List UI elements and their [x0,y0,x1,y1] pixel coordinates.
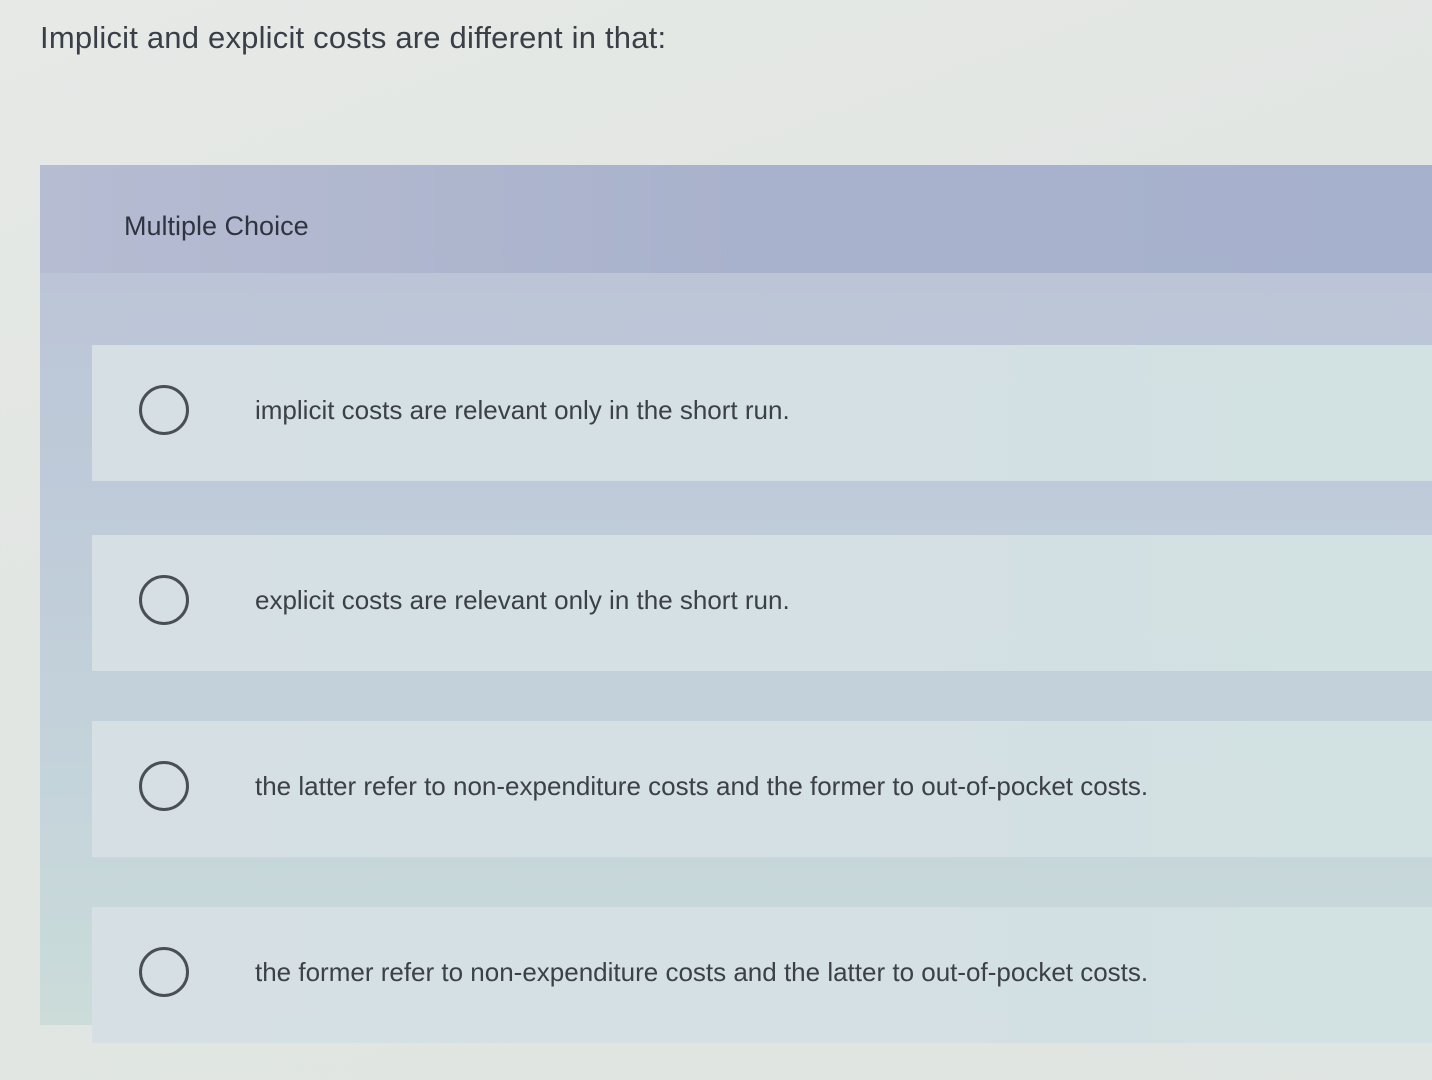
multiple-choice-panel: Multiple Choice implicit costs are relev… [40,165,1432,1043]
radio-button-icon[interactable] [139,385,189,435]
answer-option-4[interactable]: the former refer to non-expenditure cost… [92,907,1432,1043]
radio-button-icon[interactable] [139,761,189,811]
radio-button-icon[interactable] [139,575,189,625]
answer-option-3[interactable]: the latter refer to non-expenditure cost… [92,721,1432,857]
answer-option-label: explicit costs are relevant only in the … [255,585,790,615]
radio-button-icon[interactable] [139,947,189,997]
answer-option-2[interactable]: explicit costs are relevant only in the … [92,535,1432,671]
answer-option-label: the latter refer to non-expenditure cost… [255,771,1149,801]
answer-option-label: the former refer to non-expenditure cost… [255,957,1149,987]
answer-option-1[interactable]: implicit costs are relevant only in the … [92,345,1432,481]
answer-option-label: implicit costs are relevant only in the … [255,395,790,425]
panel-header: Multiple Choice [40,165,1432,273]
panel-title: Multiple Choice [124,211,309,241]
question-text: Implicit and explicit costs are differen… [40,20,667,55]
